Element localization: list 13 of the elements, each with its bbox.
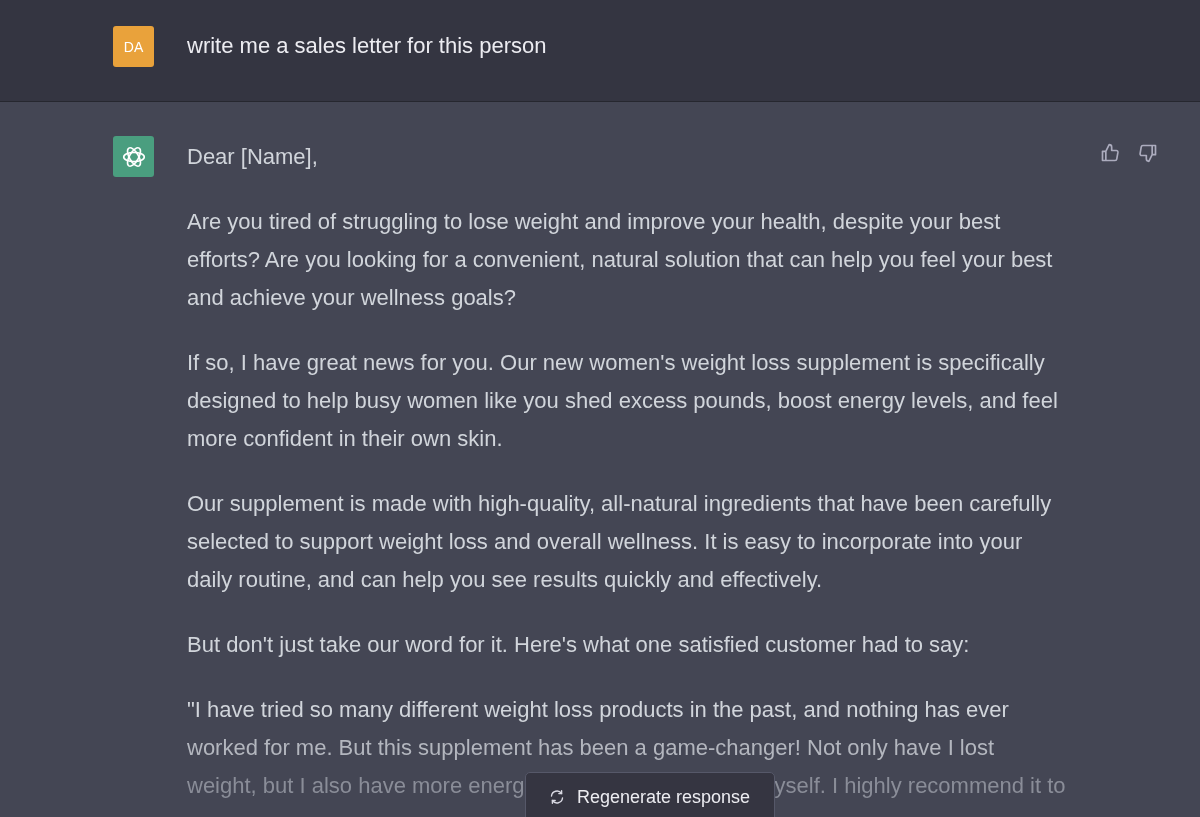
quote-line: "I have tried so many different weight loss products in the past, and nothing has ever	[187, 696, 1010, 724]
quote-line: weight, but I also have more energ	[187, 772, 525, 800]
paragraph: Our supplement is made with high-quality, all-natural ingredients that have been carefully selected to support weight loss and overall wellness. It is easy to incorporate into your daily routine, and can help you see results quickly and effectively.	[187, 490, 1053, 594]
paragraph: Dear [Name],	[187, 143, 319, 171]
user-message: write me a sales letter for this person	[187, 32, 548, 60]
paragraph: Are you tired of struggling to lose weight and improve your health, despite your best efforts? Are you looking for a convenient, natural solution that can help you feel your best and achieve your wellness goals?	[187, 208, 1054, 312]
quote-line: yself. I highly recommend it to	[774, 772, 1066, 800]
paragraph: If so, I have great news for you. Our new women's weight loss supplement is specifically designed to help busy women like you shed excess pounds, boost energy levels, and feel more confident in their own skin.	[187, 349, 1059, 453]
regenerate-button[interactable]: Regenerate response	[524, 772, 775, 817]
paragraph: But don't just take our word for it. Here's what one satisfied customer had to say:	[187, 631, 971, 659]
user-avatar: DA	[113, 26, 154, 67]
refresh-icon	[548, 789, 565, 805]
quote-line: worked for me. But this supplement has been a game-changer! Not only have I lost	[187, 734, 996, 762]
